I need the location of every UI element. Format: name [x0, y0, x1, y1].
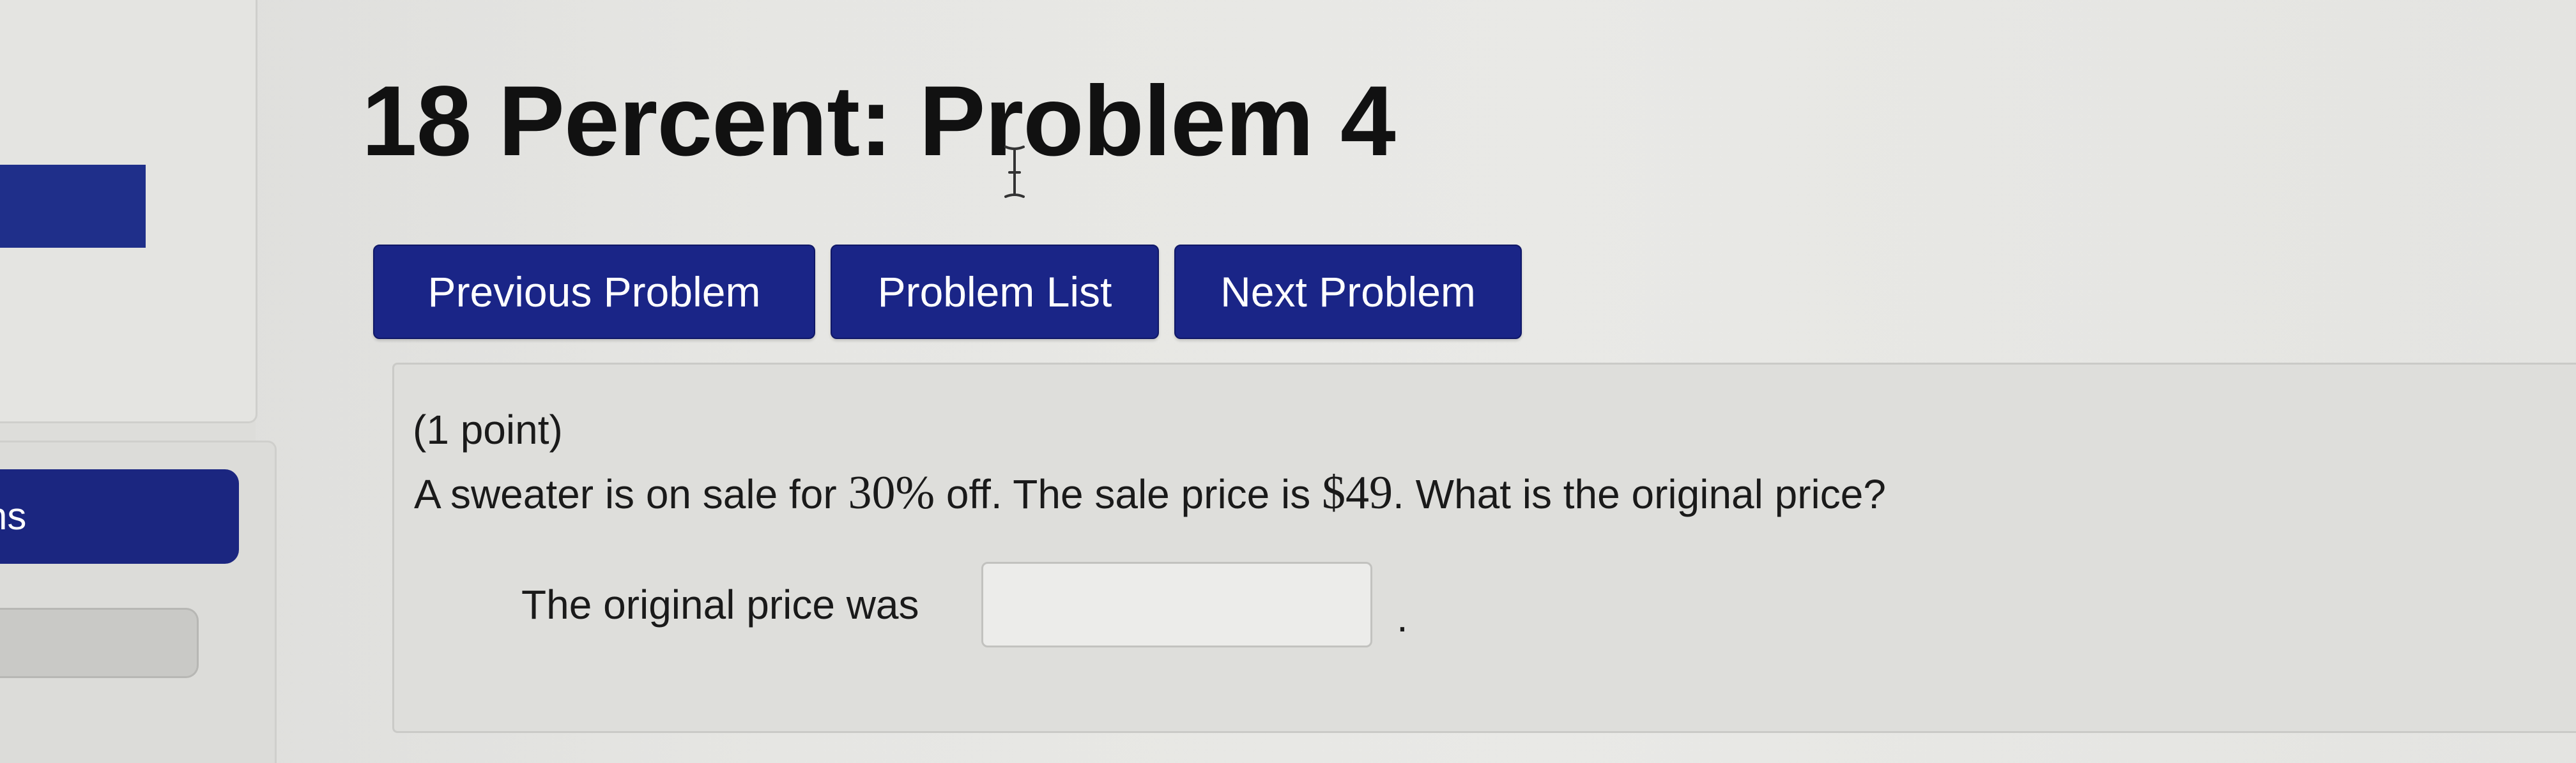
answer-suffix: . — [1397, 594, 1408, 640]
next-problem-button[interactable]: Next Problem — [1174, 245, 1522, 339]
sale-price-value: $49 — [1322, 467, 1393, 519]
discount-value: 30% — [848, 467, 935, 519]
problem-list-button[interactable]: Problem List — [831, 245, 1159, 339]
sidebar: ns — [0, 0, 277, 763]
sidebar-secondary-button[interactable] — [0, 608, 199, 678]
page-title: 18 Percent: Problem 4 — [362, 66, 1396, 177]
question-text-2: off. The sale price is — [935, 471, 1322, 517]
sidebar-active-tab[interactable] — [0, 165, 146, 248]
text-cursor-icon — [1004, 146, 1025, 198]
sidebar-nav-button[interactable]: ns — [0, 469, 239, 564]
answer-input[interactable] — [981, 562, 1372, 647]
problem-points: (1 point) — [413, 407, 563, 453]
problem-box — [392, 363, 2576, 733]
previous-problem-button[interactable]: Previous Problem — [373, 245, 815, 339]
problem-question: A sweater is on sale for 30% off. The sa… — [414, 466, 1886, 520]
question-text-1: A sweater is on sale for — [414, 471, 848, 517]
answer-label: The original price was — [521, 582, 919, 628]
question-text-3: . What is the original price? — [1393, 471, 1886, 517]
